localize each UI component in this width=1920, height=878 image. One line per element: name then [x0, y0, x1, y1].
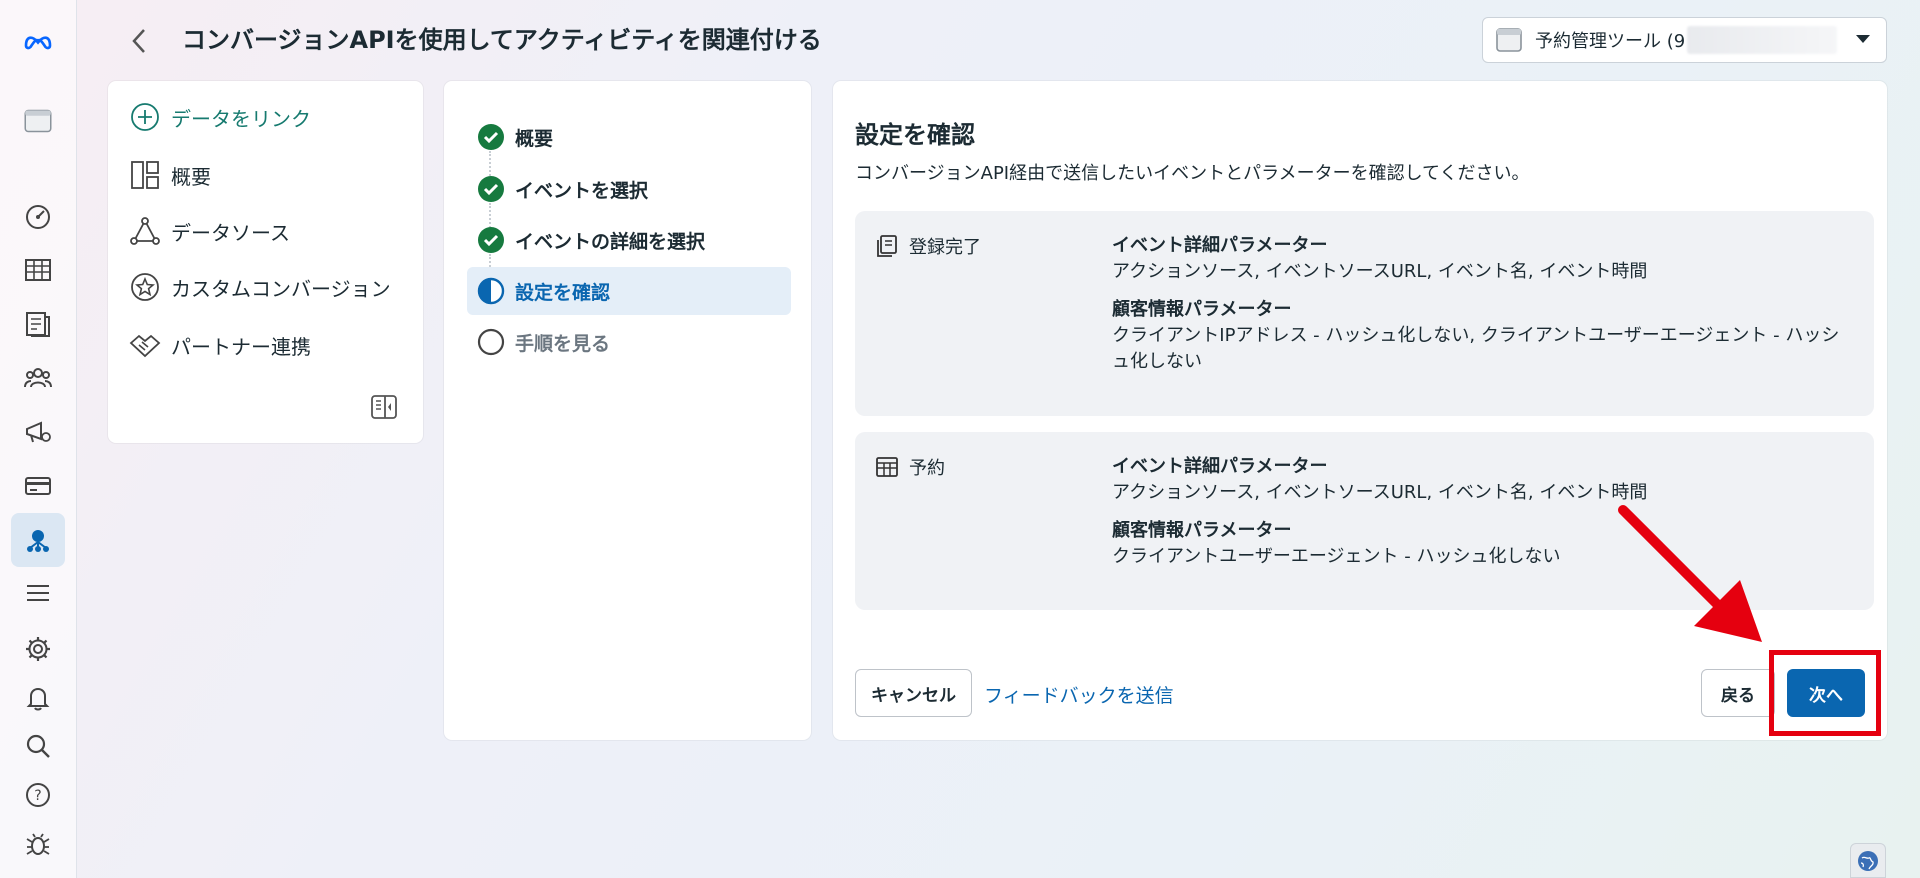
sidebar-item-custom-conversions[interactable]: カスタムコンバージョン	[129, 267, 391, 307]
sidebar-item-label: カスタムコンバージョン	[171, 276, 391, 301]
caret-down-icon	[1856, 35, 1870, 43]
reports-icon[interactable]	[11, 297, 65, 351]
language-globe-button[interactable]	[1850, 843, 1886, 878]
sidebar-item-label: 概要	[171, 164, 211, 189]
step-label: 設定を確認	[515, 281, 611, 304]
search-icon[interactable]	[11, 719, 65, 773]
sidebar-item-partner-integrations[interactable]: パートナー連携	[129, 325, 311, 365]
event-name: 予約	[875, 454, 945, 480]
check-circle-icon	[478, 176, 504, 202]
event-param-values: アクションソース, イベントソースURL, イベント名, イベント時間	[1112, 482, 1648, 503]
event-params: イベント詳細パラメーター アクションソース, イベントソースURL, イベント名…	[1112, 454, 1852, 582]
customer-param-title: 顧客情報パラメーター	[1112, 299, 1292, 320]
layout-icon	[131, 161, 159, 189]
collapse-sidebar-button[interactable]	[371, 395, 397, 419]
calendar-grid-icon	[876, 457, 898, 477]
menu-icon[interactable]	[11, 566, 65, 620]
audience-icon[interactable]	[11, 351, 65, 405]
confirm-settings-panel: 設定を確認 コンバージョンAPI経由で送信したいイベントとパラメーターを確認して…	[833, 81, 1887, 740]
check-circle-icon	[478, 124, 504, 150]
business-portfolio-icon	[1496, 28, 1522, 52]
sidebar-item-label: パートナー連携	[171, 334, 311, 359]
sidebar-item-link-data[interactable]: データをリンク	[129, 97, 311, 137]
meta-logo-icon[interactable]	[11, 14, 65, 68]
event-name: 登録完了	[875, 233, 981, 259]
empty-circle-icon	[477, 328, 505, 356]
send-feedback-link[interactable]: フィードバックを送信	[984, 681, 1174, 708]
event-param-title: イベント詳細パラメーター	[1112, 456, 1328, 477]
progress-steps: 概要 イベントを選択 イベントの詳細を選択 設定を確認 手順を見る	[444, 81, 811, 740]
settings-gear-icon[interactable]	[11, 622, 65, 676]
business-portfolio-icon[interactable]	[11, 94, 65, 148]
document-copy-icon	[877, 235, 897, 257]
sidebar-item-data-sources[interactable]: データソース	[129, 211, 290, 251]
event-name-label: 登録完了	[909, 237, 981, 258]
svg-text:?: ?	[34, 788, 41, 804]
step-label: 概要	[515, 127, 554, 150]
dashboard-icon[interactable]	[11, 189, 65, 243]
chevron-left-icon	[132, 29, 145, 53]
collapse-panel-icon	[371, 395, 397, 419]
annotation-highlight-box	[1769, 650, 1881, 736]
customer-param-title: 顧客情報パラメーター	[1112, 520, 1292, 541]
step-label: イベントの詳細を選択	[515, 230, 706, 253]
step-select-event-details[interactable]: イベントの詳細を選択	[467, 216, 791, 264]
globe-icon	[1858, 850, 1878, 871]
step-select-events[interactable]: イベントを選択	[467, 165, 791, 213]
customer-param-values: クライアントユーザーエージェント - ハッシュ化しない	[1112, 546, 1561, 567]
sidebar-item-label: データソース	[171, 220, 290, 245]
star-icon	[131, 273, 159, 301]
plus-circle-icon	[131, 103, 159, 131]
account-selector[interactable]: 予約管理ツール (9	[1482, 17, 1887, 63]
sidebar-nav: データをリンク 概要 データソース カスタムコンバージョン パートナー連携	[108, 81, 423, 443]
check-circle-icon	[478, 227, 504, 253]
events-manager-icon[interactable]	[11, 513, 65, 567]
ads-megaphone-icon[interactable]	[11, 405, 65, 459]
help-icon[interactable]: ?	[11, 768, 65, 822]
billing-card-icon[interactable]	[11, 459, 65, 513]
table-icon[interactable]	[11, 243, 65, 297]
back-arrow-button[interactable]	[124, 24, 154, 58]
sidebar-item-overview[interactable]: 概要	[129, 155, 211, 195]
page-title: コンバージョンAPIを使用してアクティビティを関連付ける	[182, 26, 822, 54]
nodes-icon	[130, 217, 160, 245]
left-rail: ?	[0, 0, 77, 878]
back-button[interactable]: 戻る	[1701, 669, 1775, 717]
half-circle-icon	[477, 277, 505, 305]
handshake-icon	[129, 334, 161, 358]
step-confirm-settings[interactable]: 設定を確認	[467, 267, 791, 315]
step-label: 手順を見る	[515, 332, 611, 355]
account-name: 予約管理ツール (9	[1535, 31, 1686, 52]
notifications-bell-icon[interactable]	[11, 671, 65, 725]
event-param-title: イベント詳細パラメーター	[1112, 235, 1328, 256]
step-overview[interactable]: 概要	[467, 113, 791, 161]
sidebar-item-label: データをリンク	[171, 106, 311, 131]
redacted-account-id	[1687, 26, 1838, 54]
bug-report-icon[interactable]	[11, 817, 65, 871]
section-description: コンバージョンAPI経由で送信したいイベントとパラメーターを確認してください。	[855, 163, 1530, 184]
section-title: 設定を確認	[855, 121, 975, 149]
event-param-values: アクションソース, イベントソースURL, イベント名, イベント時間	[1112, 261, 1648, 282]
event-params: イベント詳細パラメーター アクションソース, イベントソースURL, イベント名…	[1112, 233, 1852, 387]
cancel-button[interactable]: キャンセル	[855, 669, 972, 717]
step-view-instructions[interactable]: 手順を見る	[467, 318, 791, 366]
step-label: イベントを選択	[515, 179, 649, 202]
customer-param-values: クライアントIPアドレス - ハッシュ化しない, クライアントユーザーエージェン…	[1112, 325, 1840, 372]
event-card-reservation: 予約 イベント詳細パラメーター アクションソース, イベントソースURL, イベ…	[855, 432, 1874, 610]
event-name-label: 予約	[909, 458, 945, 479]
event-card-registration: 登録完了 イベント詳細パラメーター アクションソース, イベントソースURL, …	[855, 211, 1874, 416]
